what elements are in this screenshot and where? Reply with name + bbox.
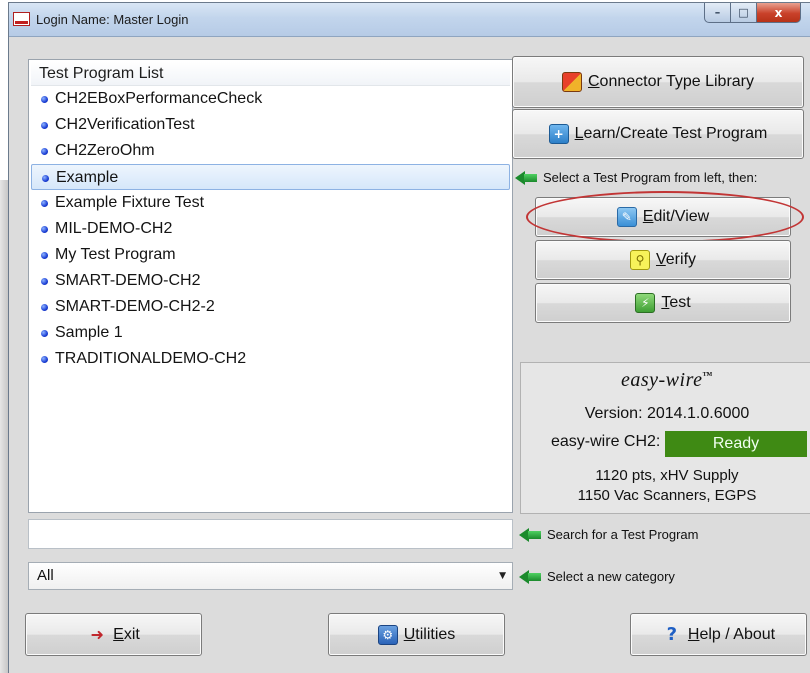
test-program-list[interactable]: Test Program List CH2EBoxPerformanceChec…	[28, 59, 513, 513]
bullet-icon	[41, 278, 48, 285]
test-label: Test	[661, 294, 691, 311]
green-arrow-icon	[519, 527, 541, 542]
list-item[interactable]: CH2ZeroOhm	[31, 138, 510, 164]
list-item[interactable]: Sample 1	[31, 320, 510, 346]
list-item[interactable]: MIL-DEMO-CH2	[31, 216, 510, 242]
utilities-icon: ⚙	[377, 624, 398, 645]
green-arrow-icon	[519, 569, 541, 584]
title-bar[interactable]: Login Name: Master Login – □ x	[9, 3, 810, 37]
verify-button[interactable]: ⚲ Verify	[535, 240, 791, 280]
highlight-ellipse	[526, 191, 804, 243]
category-hint-label: Select a new category	[547, 569, 675, 584]
brand-logo: easy-wire™	[620, 369, 713, 391]
status-badge: Ready	[665, 431, 807, 457]
list-item-label: SMART-DEMO-CH2-2	[55, 298, 215, 315]
help-about-button[interactable]: ? Help / About	[630, 613, 807, 656]
list-item[interactable]: My Test Program	[31, 242, 510, 268]
category-select[interactable]: All ▼	[28, 562, 513, 590]
maximize-button[interactable]: □	[731, 3, 757, 23]
exit-label: Exit	[113, 625, 140, 643]
search-hint-label: Search for a Test Program	[547, 527, 699, 542]
version-value: 2014.1.0.6000	[646, 405, 750, 422]
hardware-info-line-1: 1120 pts, xHV Supply	[595, 467, 739, 484]
bullet-icon	[41, 122, 48, 129]
test-run-icon: ⚡	[635, 293, 656, 313]
list-item[interactable]: SMART-DEMO-CH2	[31, 268, 510, 294]
list-item-label: SMART-DEMO-CH2	[55, 272, 201, 289]
window-title: Login Name: Master Login	[36, 12, 189, 27]
list-item-label: Example Fixture Test	[55, 194, 205, 211]
list-item[interactable]: CH2EBoxPerformanceCheck	[31, 86, 510, 112]
category-selected-value: All	[37, 567, 54, 584]
caption-buttons: – □ x	[704, 3, 801, 23]
connector-library-label: Connector Type Library	[587, 73, 755, 90]
bullet-icon	[41, 252, 48, 259]
list-item-label: CH2ZeroOhm	[55, 142, 155, 159]
status-label: easy-wire CH2:	[551, 433, 661, 450]
list-item[interactable]: SMART-DEMO-CH2-2	[31, 294, 510, 320]
close-button[interactable]: x	[757, 3, 801, 23]
hardware-info-line-2: 1150 Vac Scanners, EGPS	[577, 487, 757, 504]
verify-magnifier-icon: ⚲	[629, 250, 650, 270]
version-label: Version:	[584, 405, 643, 422]
app-logo-icon[interactable]	[13, 12, 30, 26]
search-input[interactable]	[28, 519, 513, 549]
bullet-icon	[41, 356, 48, 363]
list-item[interactable]: TRADITIONALDEMO-CH2	[31, 346, 510, 372]
list-item[interactable]: CH2VerificationTest	[31, 112, 510, 138]
help-label: Help / About	[687, 625, 776, 643]
select-program-hint-label: Select a Test Program from left, then:	[543, 170, 758, 185]
bullet-icon	[41, 330, 48, 337]
main-window: Login Name: Master Login – □ x Test Prog…	[8, 2, 810, 673]
bullet-icon	[41, 226, 48, 233]
exit-door-icon: ➜	[90, 625, 104, 644]
utilities-label: Utilities	[403, 625, 456, 643]
program-list-items: CH2EBoxPerformanceCheck CH2VerificationT…	[29, 86, 512, 372]
list-item[interactable]: Example Fixture Test	[31, 190, 510, 216]
list-item-label: Sample 1	[55, 324, 123, 341]
exit-button[interactable]: ➜ Exit	[25, 613, 202, 656]
list-item-label: CH2VerificationTest	[55, 116, 195, 133]
bullet-icon	[41, 200, 48, 207]
list-item-label: MIL-DEMO-CH2	[55, 220, 173, 237]
minimize-button[interactable]: –	[704, 3, 731, 23]
bullet-icon	[41, 96, 48, 103]
learn-create-test-program-button[interactable]: + Learn/Create Test Program	[512, 109, 804, 159]
list-header: Test Program List	[31, 62, 510, 86]
list-item-label: TRADITIONALDEMO-CH2	[55, 350, 247, 367]
list-item-label: CH2EBoxPerformanceCheck	[55, 90, 263, 107]
list-item-label: My Test Program	[55, 246, 176, 263]
test-button[interactable]: ⚡ Test	[535, 283, 791, 323]
category-hint: Select a new category	[519, 569, 675, 584]
connector-type-library-button[interactable]: Connector Type Library	[512, 56, 804, 108]
learn-create-label: Learn/Create Test Program	[574, 125, 768, 142]
list-item-label: Example	[56, 169, 119, 186]
chevron-down-icon[interactable]: ▼	[499, 563, 506, 589]
system-info-panel: easy-wire™ Version: 2014.1.0.6000 easy-w…	[520, 362, 810, 514]
select-program-hint: Select a Test Program from left, then:	[515, 170, 757, 185]
verify-label: Verify	[655, 251, 697, 268]
bullet-icon	[41, 304, 48, 311]
search-hint: Search for a Test Program	[519, 527, 699, 542]
utilities-button[interactable]: ⚙ Utilities	[328, 613, 505, 656]
bullet-icon	[41, 148, 48, 155]
learn-create-icon: +	[548, 124, 569, 144]
green-arrow-icon	[515, 170, 537, 185]
list-item-selected[interactable]: Example	[31, 164, 510, 190]
connector-library-icon	[561, 72, 582, 92]
bullet-icon	[42, 175, 49, 182]
question-mark-icon: ?	[666, 624, 678, 645]
version-row: Version: 2014.1.0.6000	[521, 405, 810, 423]
